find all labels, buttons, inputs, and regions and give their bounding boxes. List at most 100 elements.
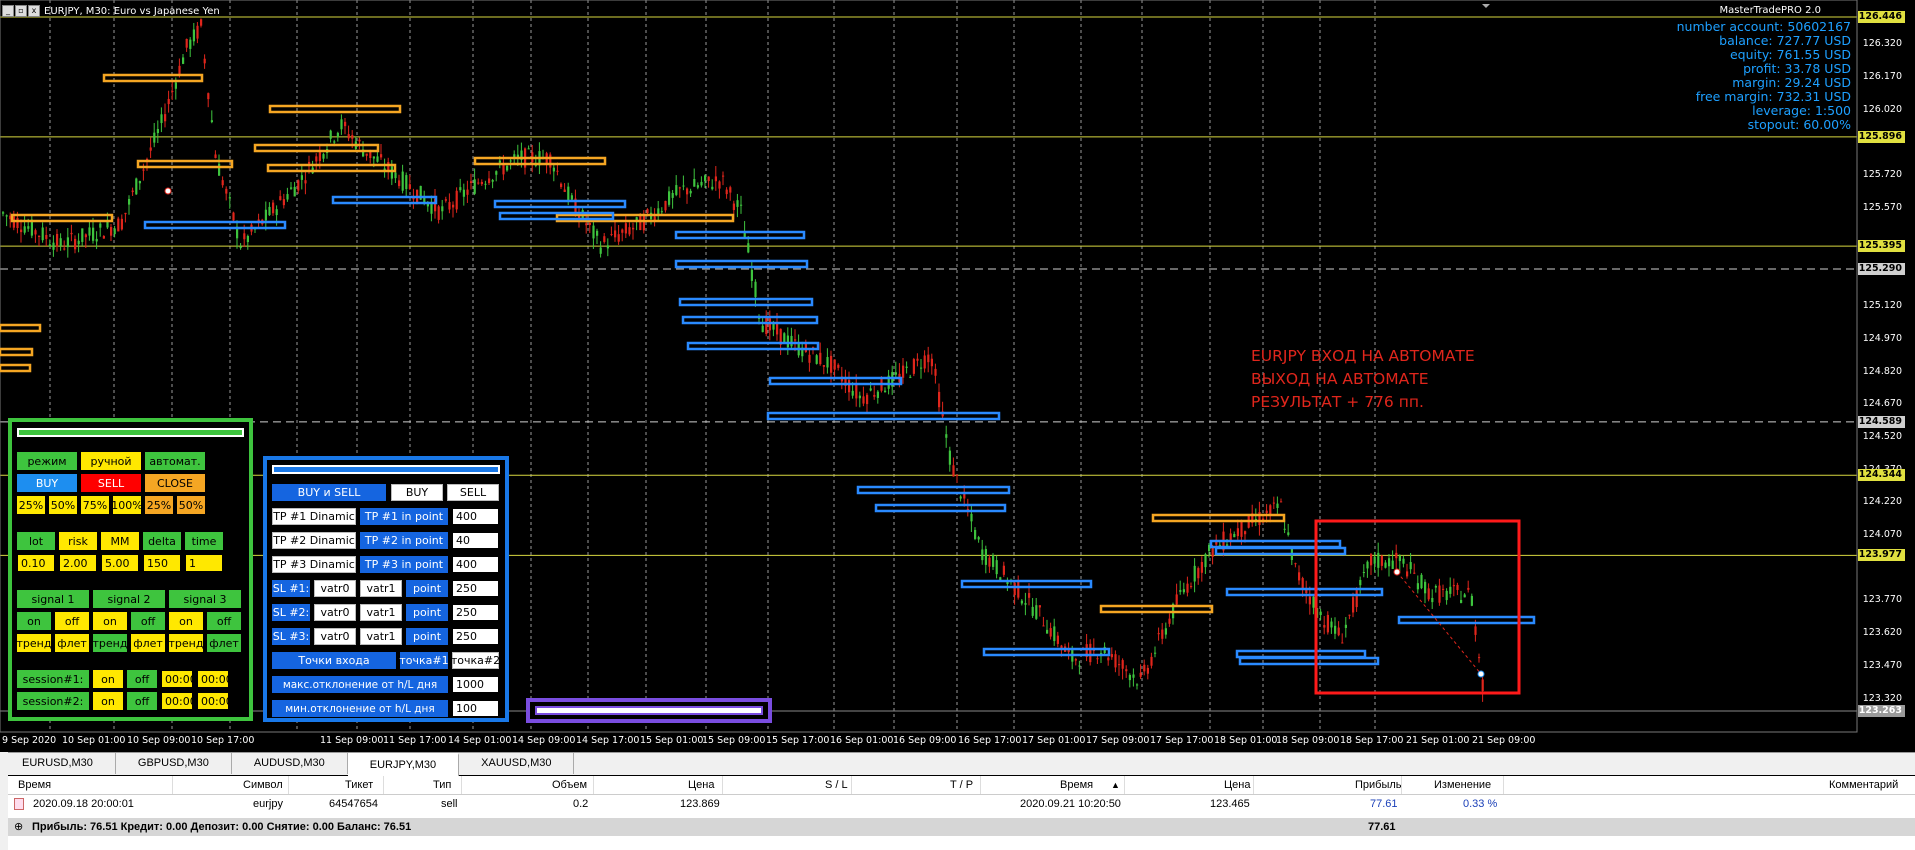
price-chart[interactable]: _ ▫ x EURJPY, M30: Euro vs Japanese Yen … — [0, 0, 1915, 752]
lot-50-button[interactable]: 50% — [49, 496, 77, 514]
manual-mode-button[interactable]: ручной — [81, 452, 141, 470]
delta-input[interactable]: 150 — [143, 554, 181, 572]
tab-gbpusd[interactable]: GBPUSD,M30 — [116, 753, 232, 774]
candle-body — [1341, 642, 1344, 644]
time-tick: 16 Sep 17:00 — [958, 735, 1022, 746]
entry-point1-button[interactable]: точка#1 — [399, 652, 449, 669]
signal1-flat-button[interactable]: флет — [55, 634, 89, 652]
minimize-icon[interactable]: _ — [2, 5, 14, 17]
col-sl[interactable]: S / L — [825, 776, 848, 794]
col-change[interactable]: Изменение — [1434, 776, 1491, 794]
tab-eurusd[interactable]: EURUSD,M30 — [0, 753, 116, 774]
sell-button[interactable]: SELL — [81, 474, 141, 492]
risk-input[interactable]: 2.00 — [59, 554, 97, 572]
buy-button[interactable]: BUY — [17, 474, 77, 492]
signal2-on-button[interactable]: on — [93, 612, 127, 630]
lot-75-button[interactable]: 75% — [81, 496, 109, 514]
signal3-off-button[interactable]: off — [207, 612, 241, 630]
sl1-point-button[interactable]: point — [406, 580, 448, 597]
signal1-on-button[interactable]: on — [17, 612, 51, 630]
session2-end-input[interactable]: 00:00 — [197, 692, 233, 710]
candle-body — [1280, 501, 1283, 503]
session1-off-button[interactable]: off — [127, 670, 157, 688]
col-symbol[interactable]: Символ — [243, 776, 283, 794]
session1-end-input[interactable]: 00:00 — [197, 670, 233, 688]
tab-xauusd[interactable]: XAUUSD,M30 — [459, 753, 575, 774]
sl2-vatr1-button[interactable]: vatr1 — [360, 604, 402, 621]
price-tick: 124.220 — [1862, 496, 1902, 508]
close-25-button[interactable]: 25% — [145, 496, 173, 514]
sl3-label: SL #3: — [272, 628, 310, 645]
session2-on-button[interactable]: on — [93, 692, 123, 710]
signal1-trend-button[interactable]: тренд — [17, 634, 51, 652]
col-type[interactable]: Тип — [433, 776, 451, 794]
candle-body — [131, 190, 134, 193]
col-ticket[interactable]: Тикет — [345, 776, 373, 794]
tp3-dynamic-button[interactable]: TP #3 Dinamic — [272, 556, 356, 573]
col-volume[interactable]: Объем — [552, 776, 587, 794]
candle-body — [768, 318, 771, 331]
session2-start-input[interactable]: 00:00 — [161, 692, 197, 710]
signal3-flat-button[interactable]: флет — [207, 634, 241, 652]
sl2-vatr0-button[interactable]: vatr0 — [314, 604, 356, 621]
candle-body — [956, 474, 959, 476]
candle-body — [603, 236, 606, 242]
signal1-off-button[interactable]: off — [55, 612, 89, 630]
col-close-time[interactable]: Время — [1060, 776, 1093, 794]
price-tick: 126.320 — [1862, 38, 1902, 50]
sl3-vatr0-button[interactable]: vatr0 — [314, 628, 356, 645]
time-input[interactable]: 1 — [185, 554, 223, 572]
toolbox-sidebar[interactable] — [0, 752, 8, 850]
signal2-off-button[interactable]: off — [131, 612, 165, 630]
lot-100-button[interactable]: 100% — [111, 496, 143, 514]
buy-mode-button[interactable]: BUY — [391, 484, 443, 501]
max-deviation-input[interactable]: 1000 — [452, 676, 499, 693]
signal3-trend-button[interactable]: тренд — [169, 634, 203, 652]
tp1-dynamic-button[interactable]: TP #1 Dinamic — [272, 508, 356, 525]
tp3-input[interactable]: 400 — [452, 556, 499, 573]
signal2-flat-button[interactable]: флет — [131, 634, 165, 652]
sl1-input[interactable]: 250 — [452, 580, 499, 597]
lot-25-button[interactable]: 25% — [17, 496, 45, 514]
tp2-input[interactable]: 40 — [452, 532, 499, 549]
sl3-point-button[interactable]: point — [406, 628, 448, 645]
sell-mode-button[interactable]: SELL — [447, 484, 499, 501]
restore-icon[interactable]: ▫ — [15, 5, 27, 17]
tp1-input[interactable]: 400 — [452, 508, 499, 525]
signal3-on-button[interactable]: on — [169, 612, 203, 630]
col-price[interactable]: Цена — [688, 776, 714, 794]
candle-body — [88, 227, 91, 236]
col-time[interactable]: Время — [18, 776, 51, 794]
col-tp[interactable]: T / P — [950, 776, 973, 794]
session1-on-button[interactable]: on — [93, 670, 123, 688]
buy-and-sell-button[interactable]: BUY и SELL — [272, 484, 386, 501]
orange-zone-box — [0, 347, 34, 357]
sl1-vatr1-button[interactable]: vatr1 — [360, 580, 402, 597]
sl3-input[interactable]: 250 — [452, 628, 499, 645]
tp2-dynamic-button[interactable]: TP #2 Dinamic — [272, 532, 356, 549]
session2-off-button[interactable]: off — [127, 692, 157, 710]
sl2-point-button[interactable]: point — [406, 604, 448, 621]
table-row[interactable]: 2020.09.18 20:00:01 eurjpy 64547654 sell… — [0, 795, 1915, 813]
sl3-vatr1-button[interactable]: vatr1 — [360, 628, 402, 645]
session1-start-input[interactable]: 00:00 — [161, 670, 197, 688]
col-sep — [722, 776, 723, 794]
entry-point2-button[interactable]: точка#2 — [451, 652, 500, 669]
sl2-input[interactable]: 250 — [452, 604, 499, 621]
col-close-price[interactable]: Цена — [1224, 776, 1250, 794]
tab-audusd[interactable]: AUDUSD,M30 — [232, 753, 348, 774]
window-controls[interactable]: _ ▫ x — [2, 5, 40, 17]
sl1-vatr0-button[interactable]: vatr0 — [314, 580, 356, 597]
min-deviation-input[interactable]: 100 — [452, 700, 499, 717]
close-icon[interactable]: x — [28, 5, 40, 17]
auto-mode-button[interactable]: автомат. — [145, 452, 205, 470]
close-50-button[interactable]: 50% — [177, 496, 205, 514]
close-button[interactable]: CLOSE — [145, 474, 205, 492]
lot-input[interactable]: 0.10 — [17, 554, 55, 572]
mm-input[interactable]: 5.00 — [101, 554, 139, 572]
signal2-trend-button[interactable]: тренд — [93, 634, 127, 652]
col-profit[interactable]: Прибыль — [1355, 776, 1402, 794]
candle-body — [1413, 572, 1416, 574]
tab-eurjpy[interactable]: EURJPY,M30 — [347, 753, 460, 776]
col-comment[interactable]: Комментарий — [1829, 776, 1898, 794]
